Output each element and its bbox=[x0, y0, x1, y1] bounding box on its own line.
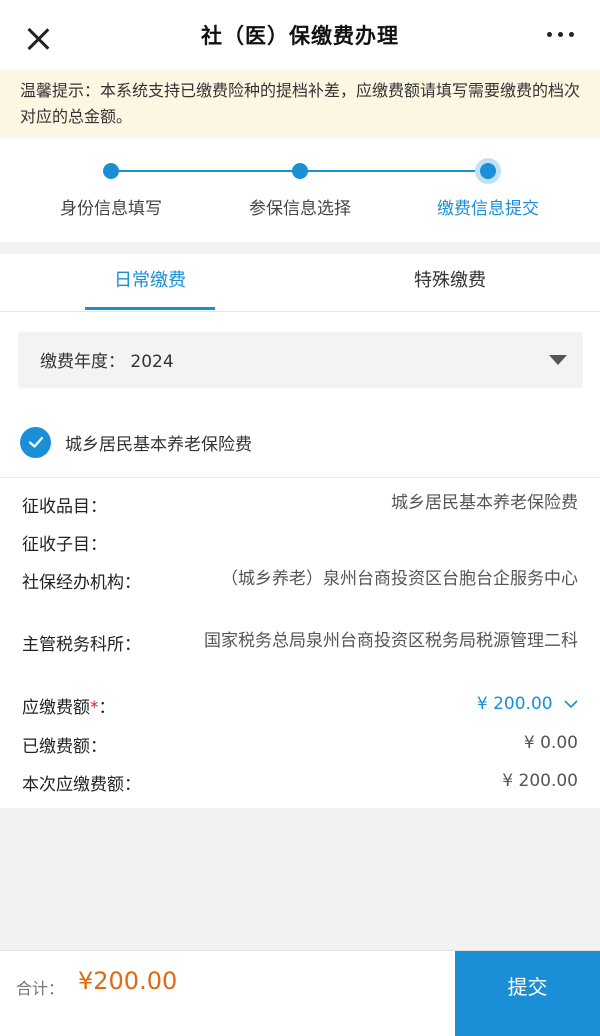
payment-form: 缴费年度： 2024 城乡居民基本养老保险费 征收品目： 城乡居民基本养老保险费… bbox=[0, 312, 600, 808]
subitem-label: 征收子目： bbox=[22, 535, 107, 555]
step-label-payment: 缴费信息提交 bbox=[437, 199, 539, 219]
insurance-label: 城乡居民基本养老保险费 bbox=[65, 434, 252, 455]
divider bbox=[0, 477, 600, 478]
notice-banner: 温馨提示：本系统支持已缴费险种的提档补差，应缴费额请填写需要缴费的档次对应的总金… bbox=[0, 70, 600, 138]
top-bar: 社（医）保缴费办理 bbox=[0, 0, 600, 70]
tab-bar: 日常缴费 特殊缴费 bbox=[0, 254, 600, 312]
more-icon[interactable] bbox=[547, 32, 574, 37]
due-amount-select[interactable]: ¥ 200.00 bbox=[477, 693, 578, 716]
due-label-group: 应缴费额*： bbox=[22, 693, 116, 718]
item-value: 城乡居民基本养老保险费 bbox=[391, 493, 578, 513]
step-dot-3 bbox=[480, 163, 496, 179]
step-label-insurance: 参保信息选择 bbox=[249, 199, 351, 219]
required-mark: * bbox=[90, 698, 99, 718]
dropdown-caret-icon bbox=[549, 355, 567, 365]
close-icon[interactable] bbox=[26, 27, 50, 51]
page-title: 社（医）保缴费办理 bbox=[201, 24, 399, 48]
year-select-value: 2024 bbox=[130, 352, 174, 372]
year-select-text: 缴费年度： 2024 bbox=[40, 347, 174, 372]
year-select[interactable]: 缴费年度： 2024 bbox=[18, 332, 583, 388]
checkbox[interactable] bbox=[20, 426, 51, 458]
current-due-value: ¥ 200.00 bbox=[502, 771, 578, 791]
step-dot-2 bbox=[292, 163, 308, 179]
tab-active-indicator bbox=[85, 307, 215, 310]
tab-daily-payment[interactable]: 日常缴费 bbox=[0, 254, 300, 312]
paid-label: 已缴费额： bbox=[22, 737, 107, 757]
agency-label: 社保经办机构： bbox=[22, 573, 141, 593]
chevron-down-icon bbox=[564, 700, 578, 709]
tax-office-label: 主管税务科所： bbox=[22, 635, 141, 655]
paid-value: ¥ 0.00 bbox=[523, 733, 578, 753]
year-select-label: 缴费年度： bbox=[40, 352, 125, 372]
due-colon: ： bbox=[98, 698, 116, 718]
tax-office-value: 国家税务总局泉州台商投资区税务局税源管理二科 bbox=[204, 631, 578, 651]
agency-value: （城乡养老）泉州台商投资区台胞台企服务中心 bbox=[221, 569, 578, 589]
progress-steps: 身份信息填写 参保信息选择 缴费信息提交 bbox=[0, 138, 600, 242]
step-label-identity: 身份信息填写 bbox=[60, 199, 162, 219]
due-amount: ¥ 200.00 bbox=[476, 694, 553, 714]
total-amount: ¥200.00 bbox=[78, 967, 178, 995]
item-label: 征收品目： bbox=[22, 497, 107, 517]
insurance-checkbox-row[interactable]: 城乡居民基本养老保险费 bbox=[20, 426, 252, 458]
step-dot-1 bbox=[103, 163, 119, 179]
bottom-bar: 合计： ¥200.00 提交 bbox=[0, 950, 600, 1036]
tab-special-payment[interactable]: 特殊缴费 bbox=[300, 254, 600, 312]
due-label: 应缴费额 bbox=[22, 698, 90, 718]
total-label: 合计： bbox=[16, 979, 65, 998]
submit-button[interactable]: 提交 bbox=[455, 951, 600, 1036]
current-due-label: 本次应缴费额： bbox=[22, 775, 141, 795]
check-icon bbox=[28, 436, 43, 448]
